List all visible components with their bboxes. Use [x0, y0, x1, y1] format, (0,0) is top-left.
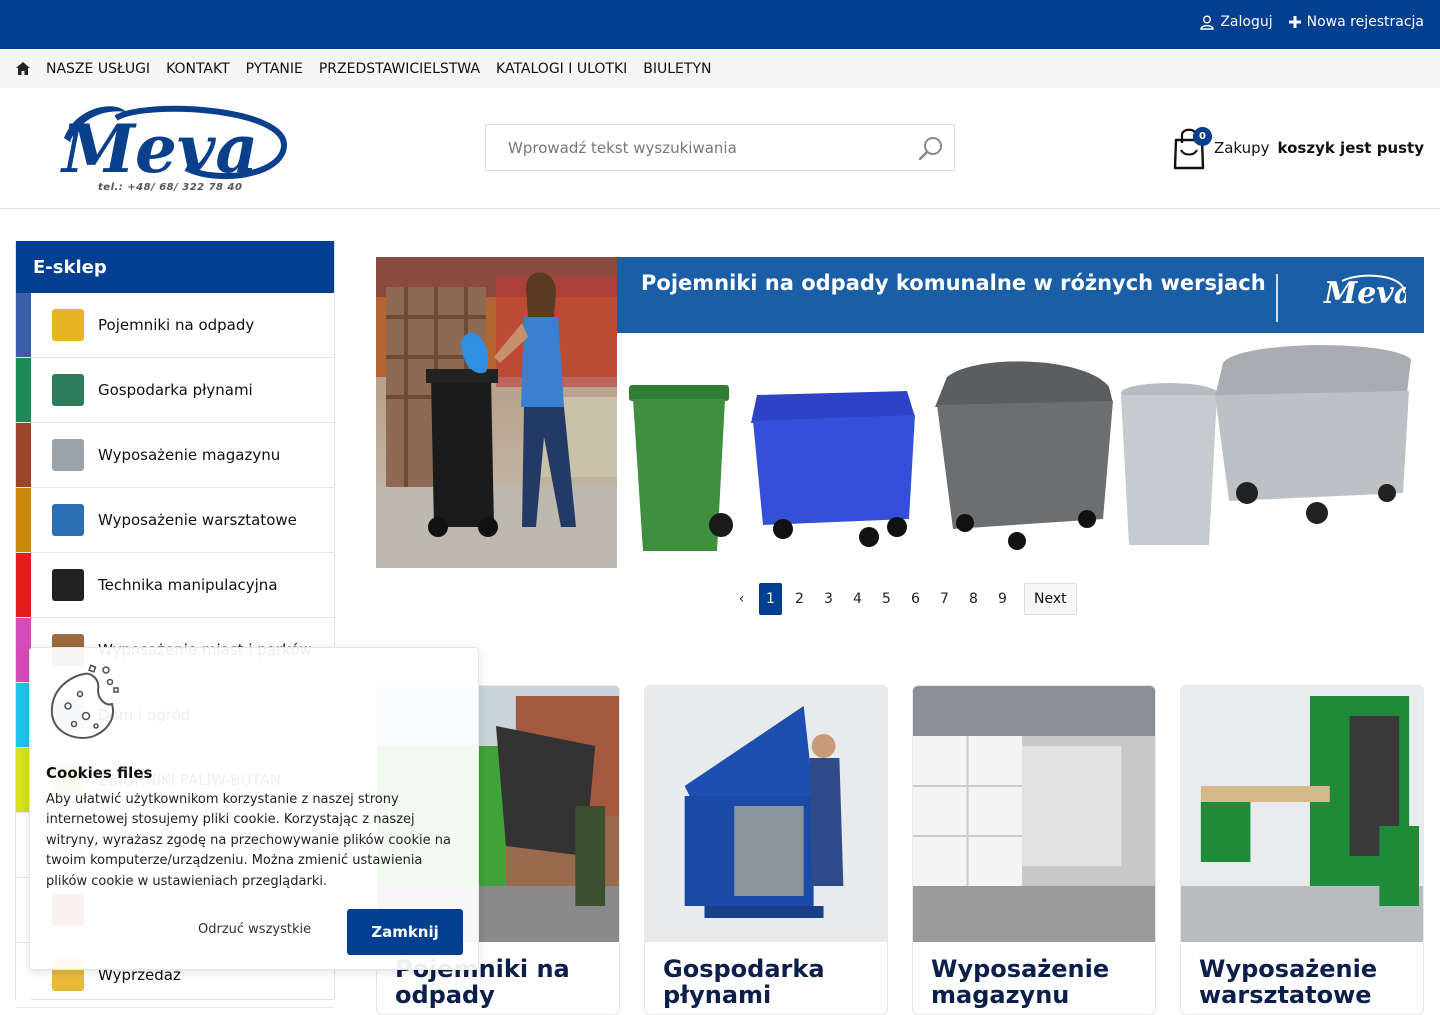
search-icon[interactable]	[918, 135, 944, 161]
top-bar: Zaloguj Nowa rejestracja	[0, 0, 1440, 49]
pager-page-1[interactable]: 1	[759, 583, 782, 615]
pager-next-button[interactable]: Next	[1024, 583, 1077, 615]
slide-title: Pojemniki na odpady komunalne w różnych …	[641, 271, 1266, 295]
search-box	[485, 124, 955, 171]
slide-products-image	[617, 333, 1424, 568]
nav-item-question[interactable]: PYTANIE	[246, 61, 303, 77]
card-warehouse[interactable]: Wyposażenie magazynu	[912, 685, 1156, 1015]
category-color-stripe	[16, 423, 31, 487]
slide-banner: Pojemniki na odpady komunalne w różnych …	[617, 257, 1424, 333]
card-image-workshop	[1181, 686, 1423, 942]
sidebar-item-label: Gospodarka płynami	[98, 381, 253, 399]
sidebar-item-handling[interactable]: Technika manipulacyjna	[16, 553, 334, 618]
pager-page-9[interactable]: 9	[991, 583, 1014, 615]
sidebar-title: E-sklep	[16, 241, 334, 293]
pager-page-4[interactable]: 4	[846, 583, 869, 615]
sidebar-item-fluid-management[interactable]: Gospodarka płynami	[16, 358, 334, 423]
category-cards: Pojemniki na odpady Gospodarka płynami W…	[376, 685, 1424, 1015]
pager-prev-button[interactable]: ‹	[730, 583, 753, 615]
nav-item-catalogs[interactable]: KATALOGI I ULOTKI	[496, 61, 627, 77]
cookie-text: Aby ułatwić użytkownikom korzystanie z n…	[46, 792, 451, 889]
main-nav: NASZE USŁUGI KONTAKT PYTANIE PRZEDSTAWIC…	[0, 49, 1440, 88]
account-links: Zaloguj Nowa rejestracja	[1200, 0, 1424, 44]
cookie-icon	[50, 664, 119, 739]
category-thumbnail-icon	[52, 374, 84, 406]
slide-divider	[1276, 274, 1278, 322]
category-thumbnail-icon	[52, 439, 84, 471]
svg-text:Meva: Meva	[1323, 276, 1406, 311]
category-thumbnail-icon	[52, 569, 84, 601]
search-input[interactable]	[486, 125, 906, 170]
pager-page-7[interactable]: 7	[933, 583, 956, 615]
plus-icon	[1288, 16, 1301, 28]
slide-photo-woman-bin	[376, 257, 617, 568]
sidebar-item-label: Technika manipulacyjna	[98, 576, 278, 594]
login-link[interactable]: Zaloguj	[1200, 14, 1273, 30]
category-color-stripe	[16, 553, 31, 617]
nav-item-services[interactable]: NASZE USŁUGI	[46, 61, 150, 77]
sidebar-item-label: Wyposażenie magazynu	[98, 446, 281, 464]
sidebar-item-waste-bins[interactable]: Pojemniki na odpady	[16, 293, 334, 358]
nav-item-newsletter[interactable]: BIULETYN	[643, 61, 711, 77]
cookie-close-button[interactable]: Zamknij	[347, 909, 463, 955]
cart-label: Zakupy	[1213, 139, 1270, 157]
category-thumbnail-icon	[52, 504, 84, 536]
slider-pagination: ‹ 1 2 3 4 5 6 7 8 9 Next	[730, 583, 1077, 615]
user-icon	[1200, 15, 1215, 30]
slide-logo: Meva	[1323, 274, 1406, 311]
home-icon[interactable]	[16, 62, 30, 75]
card-fluid-management[interactable]: Gospodarka płynami	[644, 685, 888, 1015]
cart-count-badge: 0	[1192, 127, 1212, 146]
cart-widget[interactable]: 0 Zakupy koszyk jest pusty	[1172, 126, 1424, 170]
sidebar-item-warehouse[interactable]: Wyposażenie magazynu	[16, 423, 334, 488]
cookie-popup: Cookies files Aby ułatwić użytkownikom k…	[29, 647, 479, 970]
site-header: Meva tel.: +48/ 68/ 322 78 40 0 Zakupy k…	[0, 88, 1440, 209]
category-thumbnail-icon	[52, 309, 84, 341]
logo-phone: tel.: +48/ 68/ 322 78 40	[98, 182, 243, 193]
card-workshop[interactable]: Wyposażenie warsztatowe	[1180, 685, 1424, 1015]
card-image-warehouse	[913, 686, 1155, 942]
cookie-reject-button[interactable]: Odrzuć wszystkie	[198, 922, 311, 937]
hero-slider[interactable]: Pojemniki na odpady komunalne w różnych …	[376, 257, 1424, 568]
logo-text: Meva	[60, 110, 258, 182]
nav-item-representatives[interactable]: PRZEDSTAWICIELSTWA	[319, 61, 480, 77]
card-image-fluid-cabinet	[645, 686, 887, 942]
pager-page-3[interactable]: 3	[817, 583, 840, 615]
category-color-stripe	[16, 358, 31, 422]
register-label: Nowa rejestracja	[1306, 14, 1424, 30]
card-title: Wyposażenie warsztatowe	[1199, 955, 1378, 1009]
login-label: Zaloguj	[1220, 14, 1273, 30]
pager-page-6[interactable]: 6	[904, 583, 927, 615]
pager-page-2[interactable]: 2	[788, 583, 811, 615]
sidebar-item-workshop[interactable]: Wyposażenie warsztatowe	[16, 488, 334, 553]
card-title: Wyposażenie magazynu	[931, 955, 1110, 1009]
category-color-stripe	[16, 293, 31, 357]
sidebar-item-label: Wyposażenie warsztatowe	[98, 511, 297, 529]
sidebar-item-label: Pojemniki na odpady	[98, 316, 255, 334]
pager-page-5[interactable]: 5	[875, 583, 898, 615]
meva-logo[interactable]: Meva tel.: +48/ 68/ 322 78 40	[56, 98, 292, 200]
logo-wordmark: Meva	[60, 105, 288, 188]
shopping-bag-icon: 0	[1172, 126, 1212, 170]
cookie-title: Cookies files	[46, 764, 153, 782]
pager-page-8[interactable]: 8	[962, 583, 985, 615]
cart-status: koszyk jest pusty	[1277, 139, 1424, 157]
card-title: Gospodarka płynami	[663, 955, 825, 1009]
category-color-stripe	[16, 488, 31, 552]
register-link[interactable]: Nowa rejestracja	[1288, 14, 1424, 30]
nav-item-contact[interactable]: KONTAKT	[166, 61, 230, 77]
